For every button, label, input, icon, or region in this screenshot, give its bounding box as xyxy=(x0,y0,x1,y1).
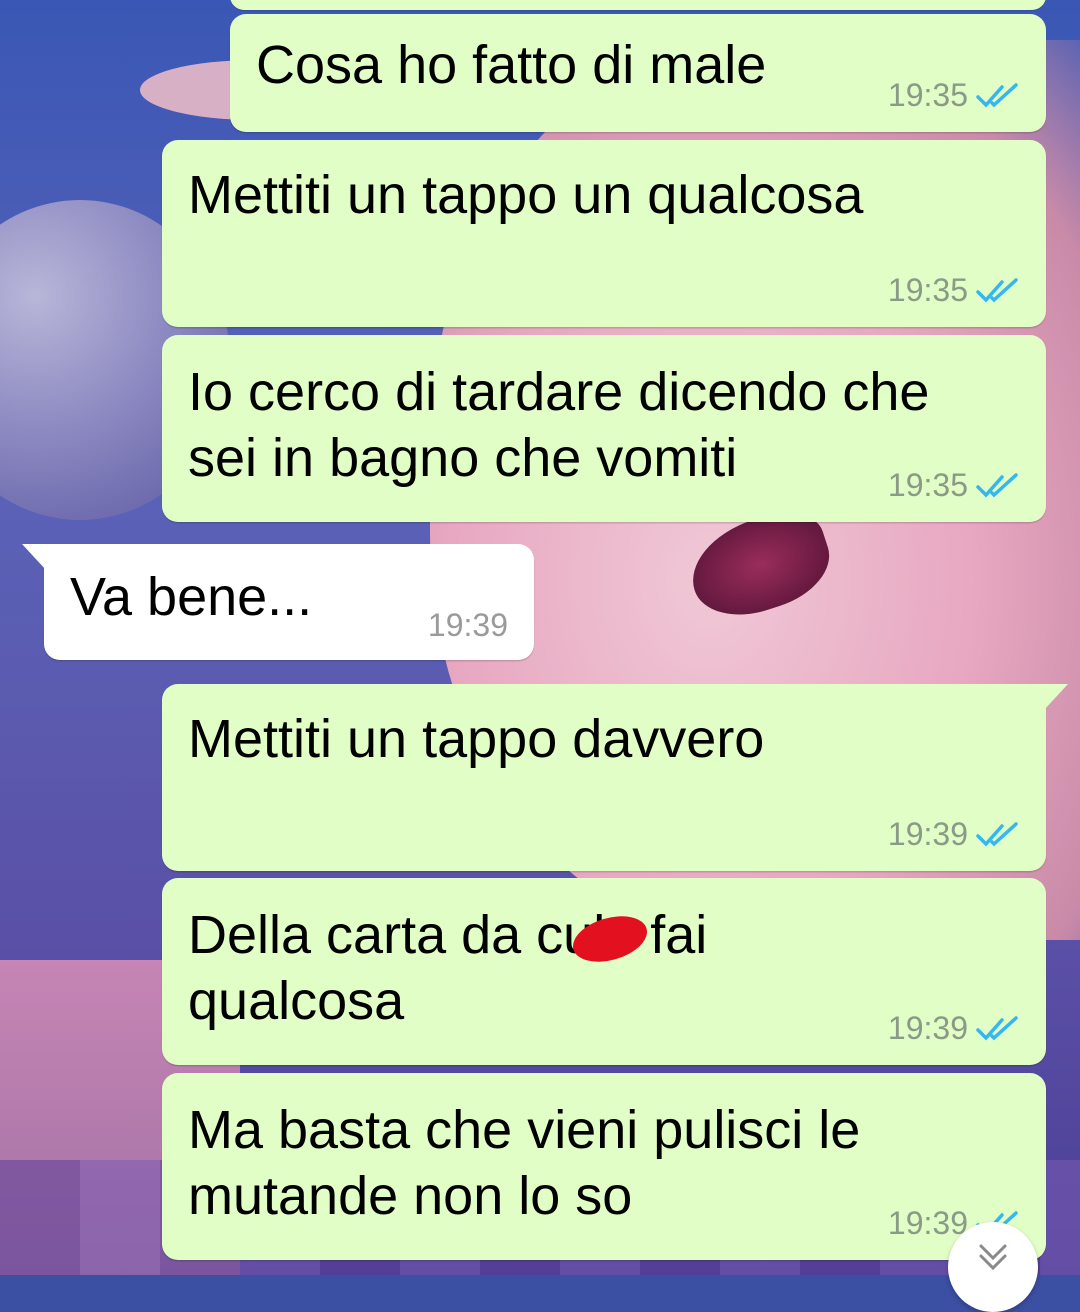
bubble-tail xyxy=(22,544,46,570)
message-time: 19:39 xyxy=(427,607,508,643)
double-check-read-icon xyxy=(976,821,1018,847)
message-bubble-outgoing[interactable]: Mettiti un tappo davvero 19:39 xyxy=(162,684,1068,871)
message-bubble-outgoing[interactable]: Della carta da culo fai qualcosa 19:39 xyxy=(162,878,1046,1065)
double-check-read-icon xyxy=(976,472,1018,498)
message-time: 19:39 xyxy=(887,1205,968,1241)
message-meta: 19:39 xyxy=(428,607,508,644)
message-time: 19:39 xyxy=(887,816,968,852)
scroll-to-bottom-button[interactable] xyxy=(948,1222,1038,1312)
message-bubble-outgoing[interactable]: Mettiti un tappo un qualcosa 19:35 xyxy=(162,140,1046,327)
message-time: 19:35 xyxy=(887,467,968,503)
message-text: Va bene... xyxy=(70,567,313,627)
message-meta: 19:39 xyxy=(888,816,1020,853)
message-meta: 19:35 xyxy=(888,272,1020,309)
double-check-read-icon xyxy=(976,277,1018,303)
message-text: Mettiti un tappo davvero xyxy=(188,709,765,769)
message-time: 19:35 xyxy=(887,77,968,113)
message-bubble-outgoing[interactable]: Io cerco di tardare dicendo che sei in b… xyxy=(162,335,1046,522)
message-meta: 19:39 xyxy=(888,1010,1020,1047)
message-text: Cosa ho fatto di male xyxy=(256,35,767,95)
double-check-read-icon xyxy=(976,82,1018,108)
previous-message-bubble[interactable] xyxy=(230,0,1046,10)
double-check-read-icon xyxy=(976,1015,1018,1041)
message-time: 19:39 xyxy=(887,1010,968,1046)
message-text: Ma basta che vieni pulisci le mutande no… xyxy=(188,1100,861,1226)
message-time: 19:35 xyxy=(887,272,968,308)
message-text: Io cerco di tardare dicendo che sei in b… xyxy=(188,362,930,488)
chevron-double-down-icon xyxy=(979,1244,1007,1271)
message-bubble-outgoing[interactable]: Ma basta che vieni pulisci le mutande no… xyxy=(162,1073,1046,1260)
message-meta: 19:35 xyxy=(888,77,1020,114)
message-bubble-incoming[interactable]: Va bene... 19:39 xyxy=(22,544,534,660)
message-meta: 19:35 xyxy=(888,467,1020,504)
bubble-tail xyxy=(1044,684,1068,710)
message-text: Mettiti un tappo un qualcosa xyxy=(188,165,864,225)
message-bubble-outgoing[interactable]: Cosa ho fatto di male 19:35 xyxy=(230,14,1046,132)
